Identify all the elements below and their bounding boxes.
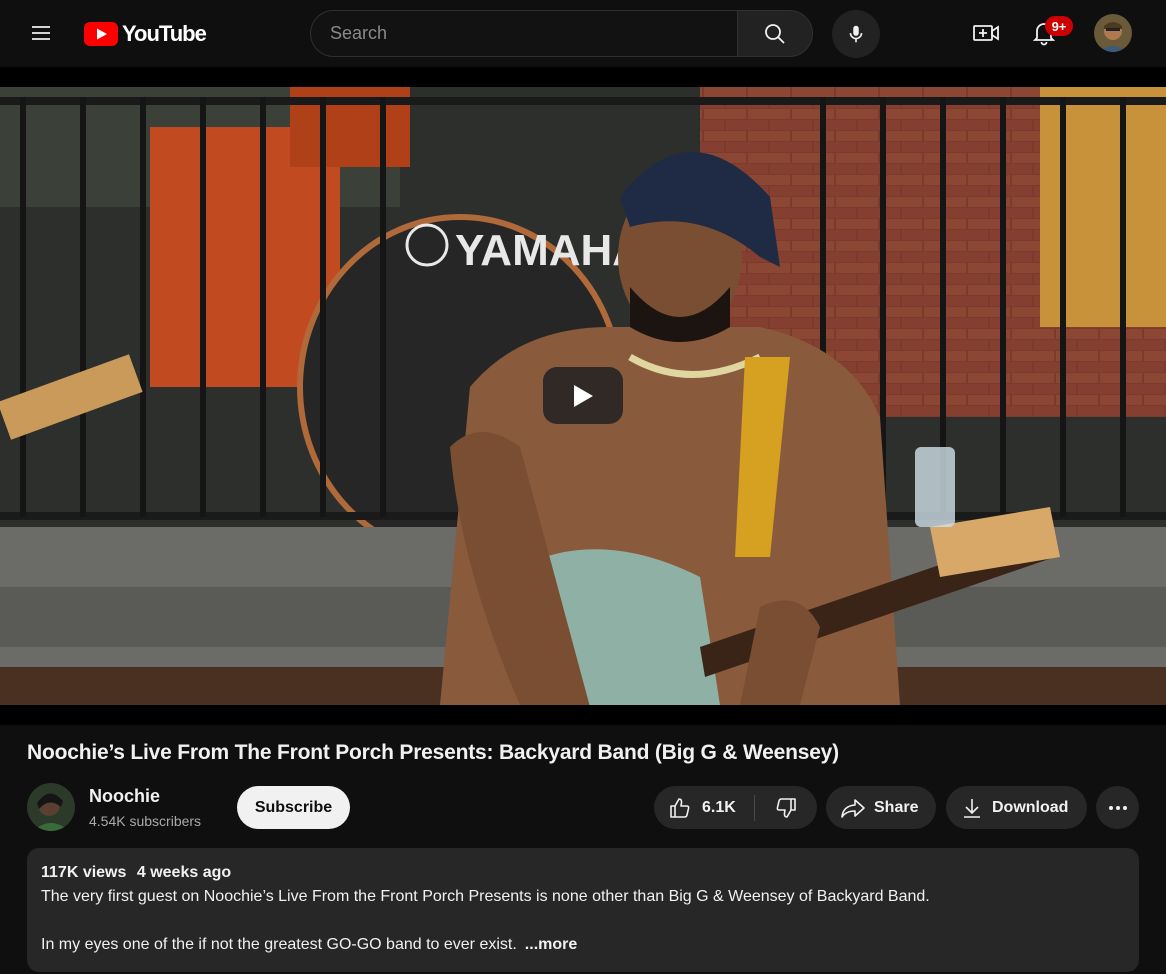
download-button[interactable]: Download — [946, 786, 1087, 829]
video-player[interactable]: YAMAHA — [0, 67, 1166, 725]
voice-search-button[interactable] — [832, 10, 880, 58]
top-bar: YouTube 9+ — [0, 0, 1166, 67]
description-meta: 117K views 4 weeks ago — [41, 864, 237, 882]
upload-age: 4 weeks ago — [136, 864, 232, 881]
channel-avatar[interactable] — [27, 783, 75, 831]
show-more-link[interactable]: ...more — [525, 936, 577, 953]
subscribe-button[interactable]: Subscribe — [237, 786, 350, 829]
like-button[interactable]: 6.1K — [654, 786, 754, 829]
logo-text: YouTube — [122, 21, 207, 46]
view-count: 117K views — [41, 864, 127, 881]
more-actions-button[interactable] — [1096, 786, 1139, 829]
youtube-play-logo-icon — [84, 22, 118, 46]
play-button[interactable] — [543, 367, 623, 424]
description-line-2-text: In my eyes one of the if not the greates… — [41, 936, 517, 953]
search-box — [310, 10, 738, 57]
thumbs-up-icon — [670, 797, 690, 818]
drum-brand-text: YAMAHA — [455, 226, 644, 275]
menu-icon[interactable] — [21, 13, 61, 53]
description-line-2: In my eyes one of the if not the greates… — [41, 936, 577, 954]
subscriber-count: 4.54K subscribers — [89, 813, 202, 829]
like-count: 6.1K — [702, 798, 736, 816]
notification-badge: 9+ — [1045, 16, 1073, 36]
microphone-icon — [849, 25, 863, 43]
channel-name[interactable]: Noochie — [89, 786, 160, 807]
share-icon — [841, 798, 865, 818]
share-label: Share — [874, 798, 919, 816]
more-horizontal-icon — [1108, 805, 1127, 810]
description-box[interactable]: 117K views 4 weeks ago The very first gu… — [27, 848, 1139, 972]
share-button[interactable]: Share — [826, 786, 936, 829]
video-title: Noochie’s Live From The Front Porch Pres… — [27, 741, 839, 764]
play-icon — [574, 384, 593, 407]
search-button[interactable] — [737, 10, 813, 57]
search-icon — [765, 23, 785, 44]
youtube-logo[interactable]: YouTube — [84, 20, 207, 48]
account-avatar[interactable] — [1094, 14, 1132, 52]
dislike-button[interactable] — [755, 786, 817, 829]
video-plus-icon — [973, 25, 999, 41]
like-dislike-group: 6.1K — [654, 786, 817, 829]
thumbs-down-icon — [776, 797, 796, 818]
search-input[interactable] — [311, 11, 738, 56]
description-line-1: The very first guest on Noochie’s Live F… — [41, 888, 930, 905]
download-label: Download — [992, 798, 1069, 816]
create-button[interactable] — [964, 13, 1008, 53]
download-icon — [964, 798, 980, 818]
